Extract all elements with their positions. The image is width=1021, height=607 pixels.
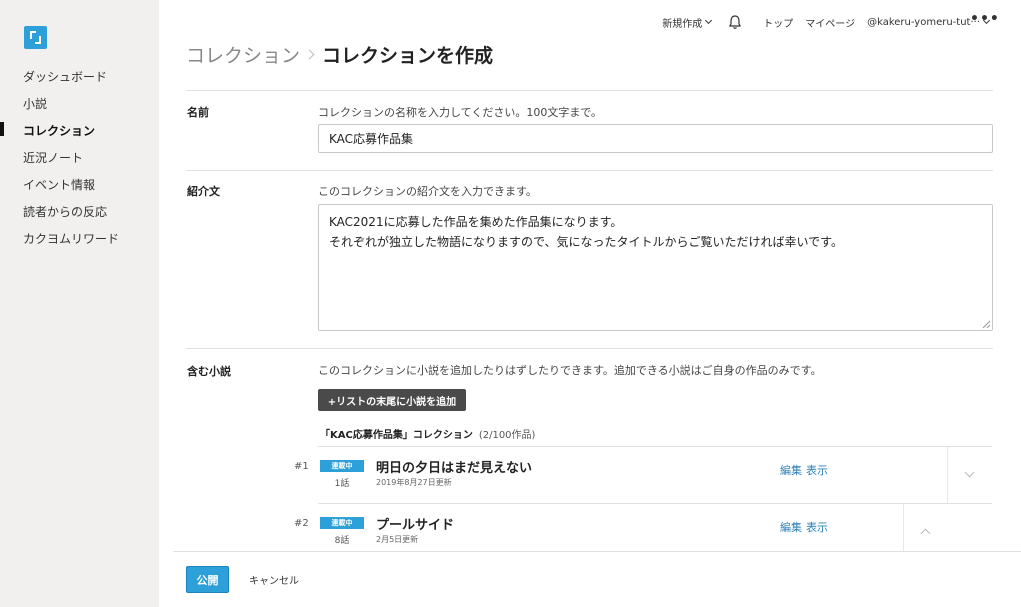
table-row: #1 連載中 1話 明日の夕日はまだ見えない 2019年8月27日更新 編集 表… <box>294 446 992 503</box>
chevron-up-icon <box>920 528 931 539</box>
chevron-down-icon <box>964 467 975 478</box>
sidebar-item-dashboard[interactable]: ダッシュボード <box>0 68 159 95</box>
new-create-label: 新規作成 <box>662 18 703 30</box>
user-name: @kakeru-yomeru-tut··· <box>867 16 980 28</box>
view-link[interactable]: 表示 <box>806 519 828 535</box>
collection-count: (2/100作品) <box>478 430 536 441</box>
edit-link[interactable]: 編集 <box>780 519 802 535</box>
chevron-right-icon <box>304 49 315 59</box>
edit-link[interactable]: 編集 <box>780 462 802 478</box>
sidebar-item-rewards[interactable]: カクヨムリワード <box>0 230 159 257</box>
work-title: プールサイド <box>376 518 455 533</box>
view-link[interactable]: 表示 <box>806 462 828 478</box>
divider <box>186 348 993 349</box>
name-help: コレクションの名称を入力してください。100文字まで。 <box>318 106 602 119</box>
kakuyomu-logo-icon[interactable] <box>24 26 47 49</box>
works-help: このコレクションに小説を追加したりはずしたりできます。追加できる小説はご自身の作… <box>318 364 822 377</box>
sidebar-item-novels[interactable]: 小説 <box>0 95 159 122</box>
divider <box>186 170 993 171</box>
work-updated: 2月5日更新 <box>376 535 419 544</box>
move-down-button[interactable] <box>947 447 992 503</box>
publish-button[interactable]: 公開 <box>186 566 229 593</box>
breadcrumb-parent[interactable]: コレクション <box>186 41 300 68</box>
name-label: 名前 <box>187 106 209 119</box>
more-menu-icon[interactable]: ••• <box>970 12 999 26</box>
sidebar: ダッシュボード 小説 コレクション 近況ノート イベント情報 読者からの反応 カ… <box>0 0 159 607</box>
breadcrumb: コレクション コレクションを作成 <box>186 41 493 67</box>
status-badge: 連載中 <box>320 517 364 529</box>
sidebar-item-collections[interactable]: コレクション <box>0 122 159 149</box>
collection-heading: 「KAC応募作品集」コレクション (2/100作品) <box>320 426 535 441</box>
top-link[interactable]: トップ <box>763 15 793 30</box>
sidebar-nav: ダッシュボード 小説 コレクション 近況ノート イベント情報 読者からの反応 カ… <box>0 68 159 257</box>
form-footer: 公開 キャンセル <box>173 551 1021 607</box>
works-label: 含む小説 <box>187 365 231 378</box>
episode-count: 8話 <box>334 536 350 546</box>
work-title: 明日の夕日はまだ見えない <box>376 461 533 476</box>
status-badge: 連載中 <box>320 460 364 472</box>
cancel-button[interactable]: キャンセル <box>249 572 299 587</box>
mypage-link[interactable]: マイページ <box>805 15 855 30</box>
work-updated: 2019年8月27日更新 <box>376 478 452 487</box>
mypage-link-label: マイページ <box>805 18 856 30</box>
intro-help: このコレクションの紹介文を入力できます。 <box>318 185 537 198</box>
add-novel-button[interactable]: +リストの末尾に小説を追加 <box>318 389 466 411</box>
top-link-label: トップ <box>763 18 794 30</box>
name-input[interactable] <box>318 124 993 153</box>
row-number: #1 <box>294 461 309 472</box>
intro-textarea[interactable]: KAC2021に応募した作品を集めた作品集になります。 それぞれが独立した物語に… <box>318 204 993 331</box>
sidebar-item-notes[interactable]: 近況ノート <box>0 149 159 176</box>
sidebar-item-events[interactable]: イベント情報 <box>0 176 159 203</box>
sidebar-item-reactions[interactable]: 読者からの反応 <box>0 203 159 230</box>
bell-icon[interactable] <box>727 14 743 30</box>
row-number: #2 <box>294 518 309 529</box>
collection-title: 「KAC応募作品集」コレクション <box>320 430 473 441</box>
intro-label: 紹介文 <box>187 185 220 198</box>
new-create-menu[interactable]: 新規作成 <box>662 15 713 30</box>
page-title: コレクションを作成 <box>322 44 494 67</box>
chevron-down-icon <box>705 16 713 25</box>
top-nav: 新規作成 トップ マイページ @kakeru-yomeru-tut··· <box>662 13 991 31</box>
resize-handle-icon[interactable] <box>981 319 991 329</box>
episode-count: 1話 <box>334 479 350 489</box>
divider <box>186 90 993 91</box>
